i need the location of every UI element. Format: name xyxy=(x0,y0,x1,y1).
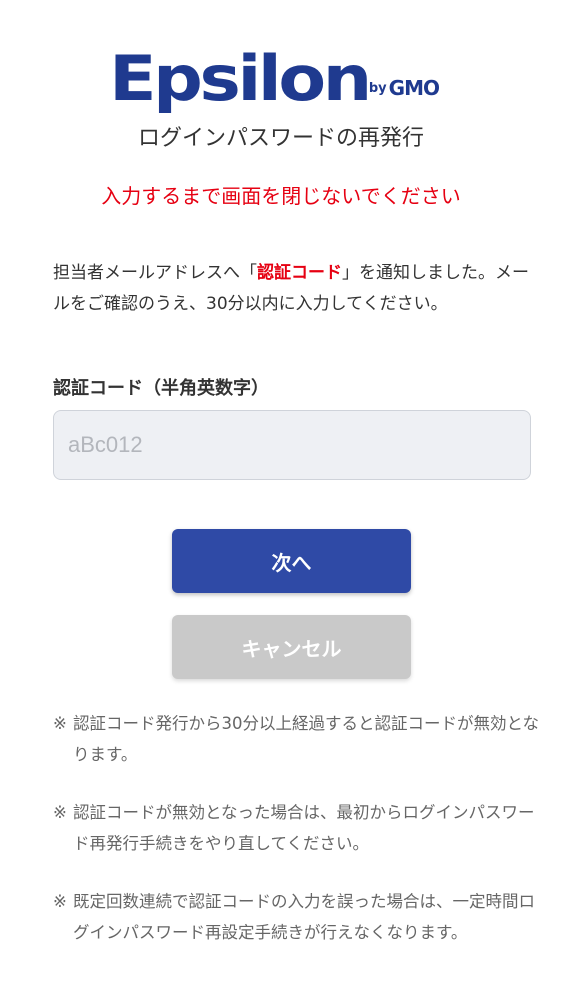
note-text: 認証コード発行から30分以上経過すると認証コードが無効となります。 xyxy=(73,714,540,764)
note-item: ※ 認証コードが無効となった場合は、最初からログインパスワード再発行手続きをやり… xyxy=(53,797,543,859)
note-item: ※ 既定回数連続で認証コードの入力を誤った場合は、一定時間ログインパスワード再設… xyxy=(53,886,543,948)
cancel-button[interactable]: キャンセル xyxy=(172,615,411,679)
note-text: 認証コードが無効となった場合は、最初からログインパスワード再発行手続きをやり直し… xyxy=(73,803,535,853)
notice-text: 担当者メールアドレスへ「認証コード」を通知しました。メールをご確認のうえ、30分… xyxy=(53,258,531,320)
next-button[interactable]: 次へ xyxy=(172,529,411,593)
code-field-label: 認証コード（半角英数字） xyxy=(53,378,269,399)
notice-text-before: 担当者メールアドレスへ「 xyxy=(53,263,257,283)
note-text: 既定回数連続で認証コードの入力を誤った場合は、一定時間ログインパスワード再設定手… xyxy=(73,892,535,942)
verification-code-input[interactable] xyxy=(53,410,531,480)
note-mark: ※ xyxy=(53,892,67,911)
epsilon-logo: Epsilon by GMO xyxy=(0,30,562,110)
note-mark: ※ xyxy=(53,803,67,822)
password-reset-page: Epsilon by GMO ログインパスワードの再発行 入力するまで画面を閉じ… xyxy=(0,0,562,1008)
logo-gmo-text: GMO xyxy=(388,76,440,100)
notes-list: ※ 認証コード発行から30分以上経過すると認証コードが無効となります。 ※ 認証… xyxy=(53,708,543,975)
note-item: ※ 認証コード発行から30分以上経過すると認証コードが無効となります。 xyxy=(53,708,543,770)
warning-message: 入力するまで画面を閉じないでください xyxy=(101,184,461,208)
page-title: ログインパスワードの再発行 xyxy=(137,126,424,151)
notice-code-highlight: 認証コード xyxy=(257,263,342,283)
note-mark: ※ xyxy=(53,714,67,733)
logo-wordmark: Epsilon xyxy=(109,42,372,115)
logo-by-text: by xyxy=(368,81,387,96)
